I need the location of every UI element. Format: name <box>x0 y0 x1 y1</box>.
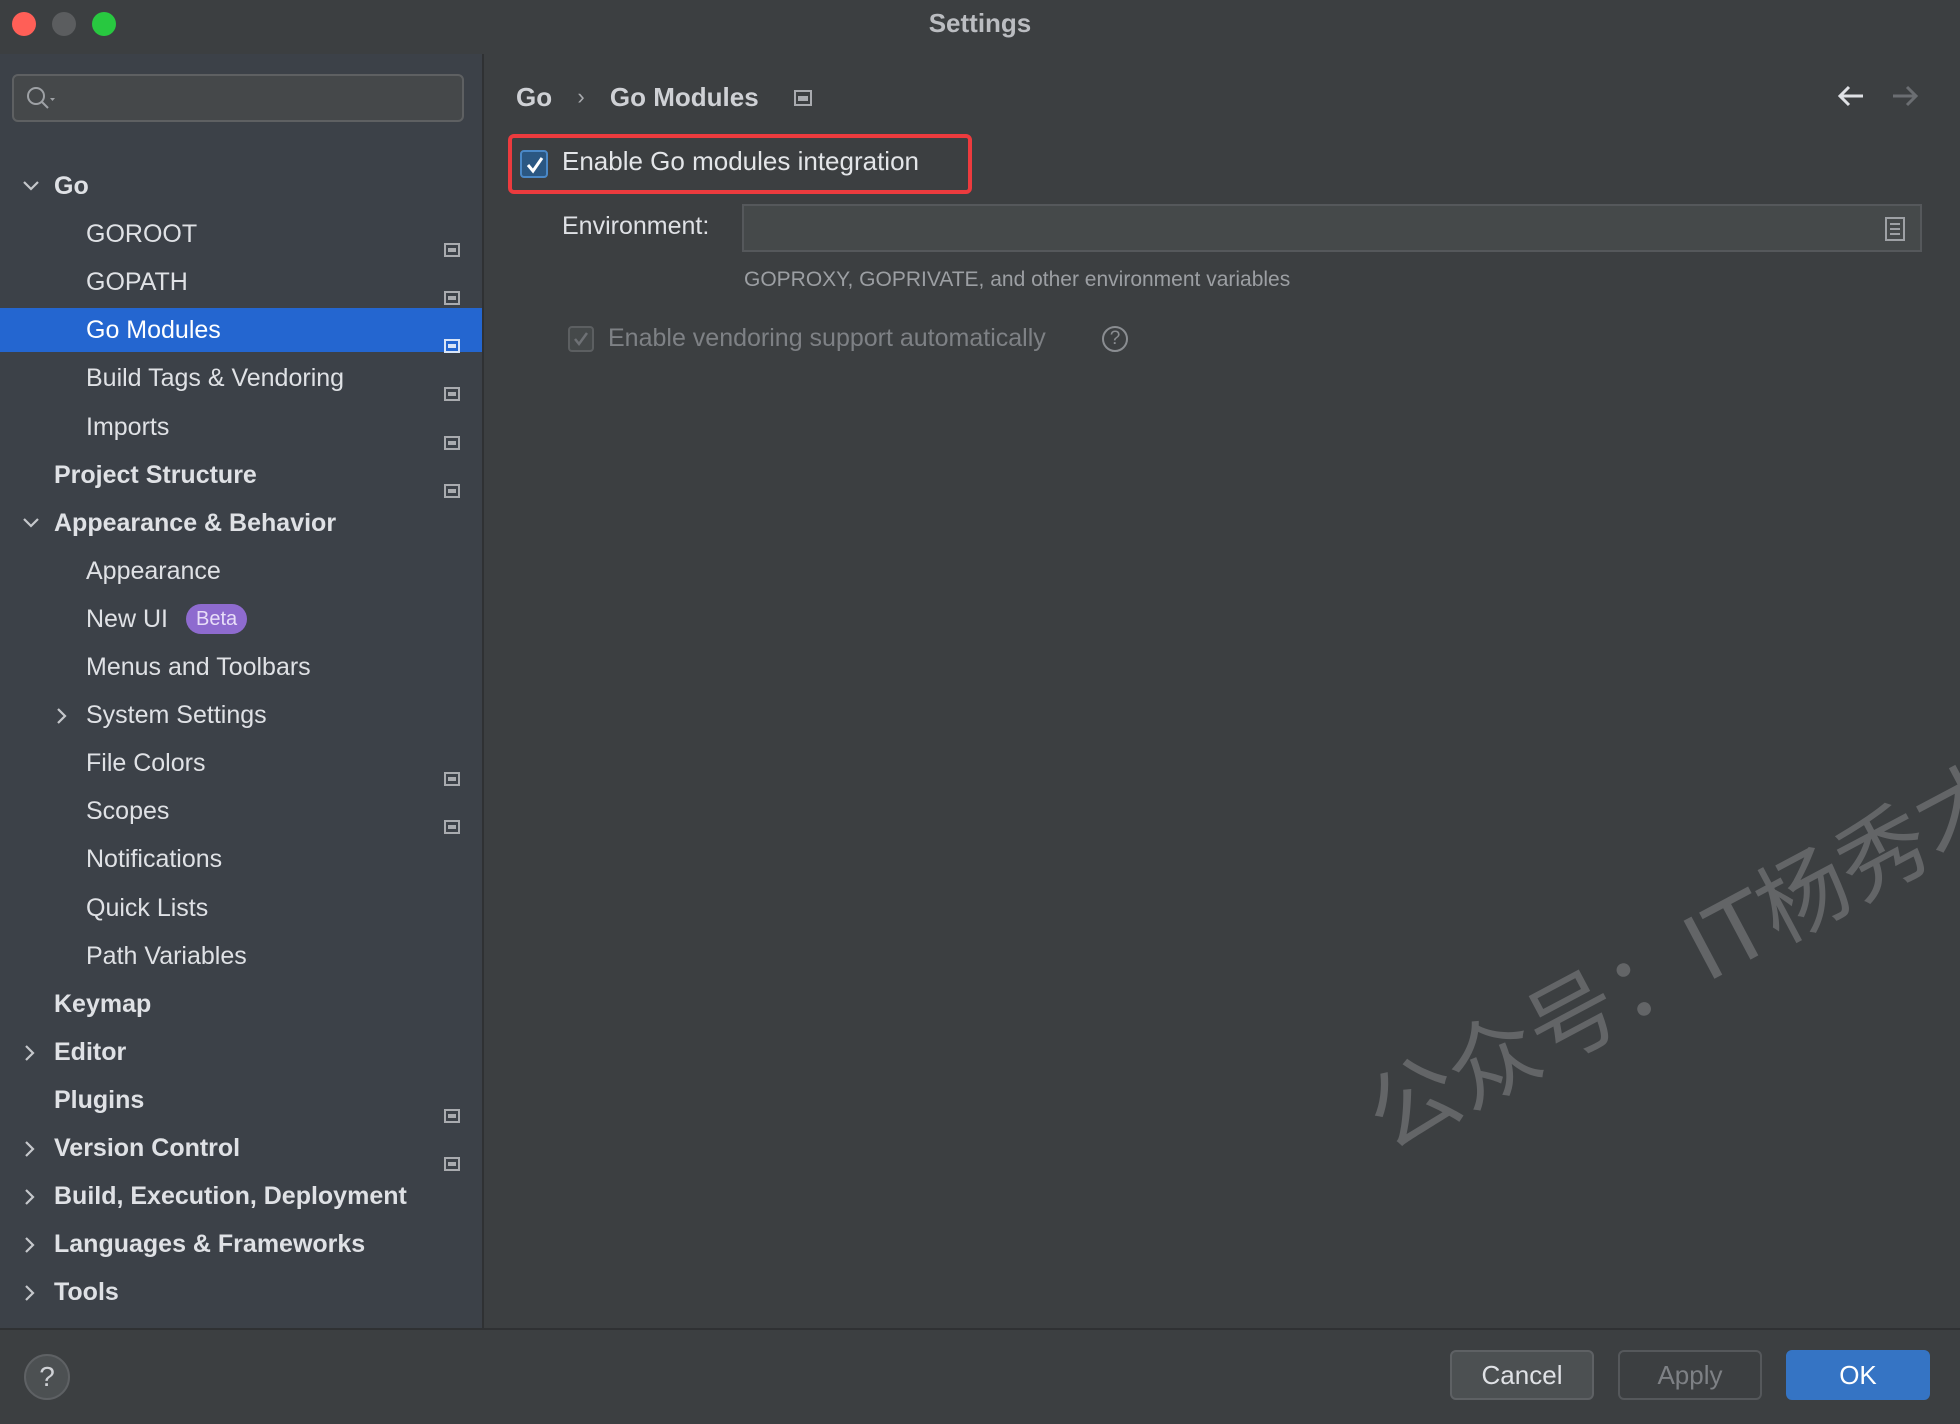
sidebar-item-build-execution-deployment[interactable]: Build, Execution, Deployment <box>0 1174 482 1218</box>
sidebar-item-label: Imports <box>86 412 170 441</box>
project-level-icon <box>444 227 460 258</box>
sidebar-item-label: Keymap <box>54 989 152 1018</box>
sidebar-item-new-ui[interactable]: New UI Beta <box>0 597 482 641</box>
project-level-icon <box>444 371 460 402</box>
settings-search-input[interactable] <box>12 74 464 122</box>
chevron-right-icon[interactable] <box>22 1126 42 1170</box>
enable-go-modules-label[interactable]: Enable Go modules integration <box>562 146 919 177</box>
settings-window: Settings Go GOROOT GOPATH Go Modules Build T… <box>0 0 1960 1424</box>
sidebar-item-appearance-behavior[interactable]: Appearance & Behavior <box>0 501 482 545</box>
sidebar-item-label: Settings Sync <box>54 1318 219 1328</box>
sidebar-item-build-tags-vendoring[interactable]: Build Tags & Vendoring <box>0 356 482 402</box>
sidebar-item-label: Plugins <box>54 1085 145 1114</box>
project-level-icon <box>444 468 460 498</box>
sidebar-item-label: Version Control <box>54 1134 241 1162</box>
sidebar-item-keymap[interactable]: Keymap <box>0 982 482 1026</box>
sidebar-item-label: GOROOT <box>86 220 198 249</box>
sidebar-item-plugins[interactable]: Plugins <box>0 1078 482 1123</box>
settings-content: Go › Go Modules Enable Go modules integr… <box>484 54 1960 1328</box>
back-arrow-icon[interactable] <box>1836 84 1866 113</box>
project-level-icon <box>444 275 460 306</box>
breadcrumb-current: Go Modules <box>609 81 759 112</box>
sidebar-item-label: Go Modules <box>86 316 221 345</box>
sidebar-item-scopes[interactable]: Scopes <box>0 789 482 835</box>
checkmark-icon <box>526 157 544 174</box>
environment-label: Environment: <box>562 212 710 240</box>
sidebar-item-label: Menus and Toolbars <box>86 653 311 681</box>
sidebar-item-notifications[interactable]: Notifications <box>0 837 482 881</box>
sidebar-item-gopath[interactable]: GOPATH <box>0 260 482 306</box>
search-icon <box>27 87 55 109</box>
breadcrumb-parent[interactable]: Go <box>516 82 552 113</box>
sidebar-item-label: Scopes <box>86 797 170 826</box>
enable-vendoring-checkbox[interactable] <box>568 326 594 352</box>
apply-button[interactable]: Apply <box>1618 1350 1762 1400</box>
sidebar-item-go[interactable]: Go <box>0 164 482 208</box>
sidebar-item-quick-lists[interactable]: Quick Lists <box>0 886 482 930</box>
sidebar-item-version-control[interactable]: Version Control <box>0 1126 482 1171</box>
project-level-icon <box>444 420 460 450</box>
sidebar-item-imports[interactable]: Imports <box>0 405 482 450</box>
breadcrumb: Go › Go Modules <box>516 80 812 113</box>
chevron-right-icon[interactable] <box>22 1222 42 1266</box>
settings-sidebar: Go GOROOT GOPATH Go Modules Build Tags & Ven… <box>0 54 484 1328</box>
chevron-down-icon[interactable] <box>22 501 42 545</box>
chevron-right-icon[interactable] <box>22 1270 42 1314</box>
project-level-icon <box>793 82 812 113</box>
sidebar-item-label: Go <box>54 172 89 200</box>
sidebar-item-label: File Colors <box>86 749 206 778</box>
sidebar-item-label: GOPATH <box>86 268 188 297</box>
sidebar-item-label: Editor <box>54 1037 127 1066</box>
sidebar-item-project-structure[interactable]: Project Structure <box>0 453 482 498</box>
chevron-right-icon[interactable] <box>54 693 74 737</box>
enable-vendoring-label: Enable vendoring support automatically <box>608 324 1046 352</box>
sidebar-item-label: Appearance & Behavior <box>54 508 337 537</box>
project-level-icon <box>444 323 460 354</box>
sidebar-item-menus-and-toolbars[interactable]: Menus and Toolbars <box>0 645 482 689</box>
project-level-icon <box>444 1141 460 1171</box>
sidebar-item-appearance[interactable]: Appearance <box>0 549 482 593</box>
sidebar-item-label: Appearance <box>86 556 221 585</box>
browse-document-icon[interactable] <box>1884 216 1906 247</box>
sidebar-item-languages-frameworks[interactable]: Languages & Frameworks <box>0 1222 482 1266</box>
window-title: Settings <box>928 8 1032 38</box>
enable-go-modules-checkbox[interactable] <box>520 150 548 178</box>
sidebar-item-label: Build, Execution, Deployment <box>54 1182 407 1211</box>
sidebar-item-system-settings[interactable]: System Settings <box>0 693 482 737</box>
sidebar-item-label: Project Structure <box>54 460 257 489</box>
project-level-icon <box>444 1093 460 1123</box>
chevron-right-icon[interactable] <box>22 1030 42 1074</box>
dialog-footer: ? Cancel Apply OK <box>0 1328 1960 1424</box>
sidebar-item-label: Tools <box>54 1278 119 1307</box>
project-level-icon <box>444 804 460 835</box>
help-button[interactable]: ? <box>24 1354 70 1400</box>
sidebar-item-label: New UI <box>86 604 168 633</box>
title-bar: Settings <box>0 0 1960 48</box>
chevron-right-icon[interactable] <box>22 1174 42 1218</box>
sidebar-item-go-modules[interactable]: Go Modules <box>0 308 482 354</box>
sidebar-item-file-colors[interactable]: File Colors <box>0 741 482 787</box>
forward-arrow-icon[interactable] <box>1890 84 1920 113</box>
sidebar-item-label: Build Tags & Vendoring <box>86 364 345 393</box>
ok-button[interactable]: OK <box>1786 1350 1930 1400</box>
breadcrumb-separator: › <box>577 84 585 110</box>
sidebar-item-label: Notifications <box>86 845 223 874</box>
sidebar-item-goroot[interactable]: GOROOT <box>0 212 482 258</box>
sidebar-item-label: Languages & Frameworks <box>54 1230 366 1259</box>
sidebar-item-label: Path Variables <box>86 941 247 970</box>
sidebar-item-tools[interactable]: Tools <box>0 1270 482 1314</box>
environment-hint: GOPROXY, GOPRIVATE, and other environmen… <box>744 268 1291 291</box>
chevron-down-icon[interactable] <box>22 164 42 208</box>
project-level-icon <box>444 756 460 787</box>
sidebar-item-label: System Settings <box>86 701 267 730</box>
vendoring-help-icon[interactable]: ? <box>1102 326 1128 352</box>
checkmark-icon <box>574 332 589 347</box>
cancel-button[interactable]: Cancel <box>1450 1350 1594 1400</box>
sidebar-item-editor[interactable]: Editor <box>0 1030 482 1074</box>
sidebar-item-label: Quick Lists <box>86 893 209 922</box>
environment-field[interactable] <box>742 204 1922 252</box>
sidebar-item-settings-sync[interactable]: Settings Sync <box>0 1318 482 1328</box>
sidebar-item-path-variables[interactable]: Path Variables <box>0 934 482 978</box>
beta-badge: Beta <box>186 603 248 634</box>
